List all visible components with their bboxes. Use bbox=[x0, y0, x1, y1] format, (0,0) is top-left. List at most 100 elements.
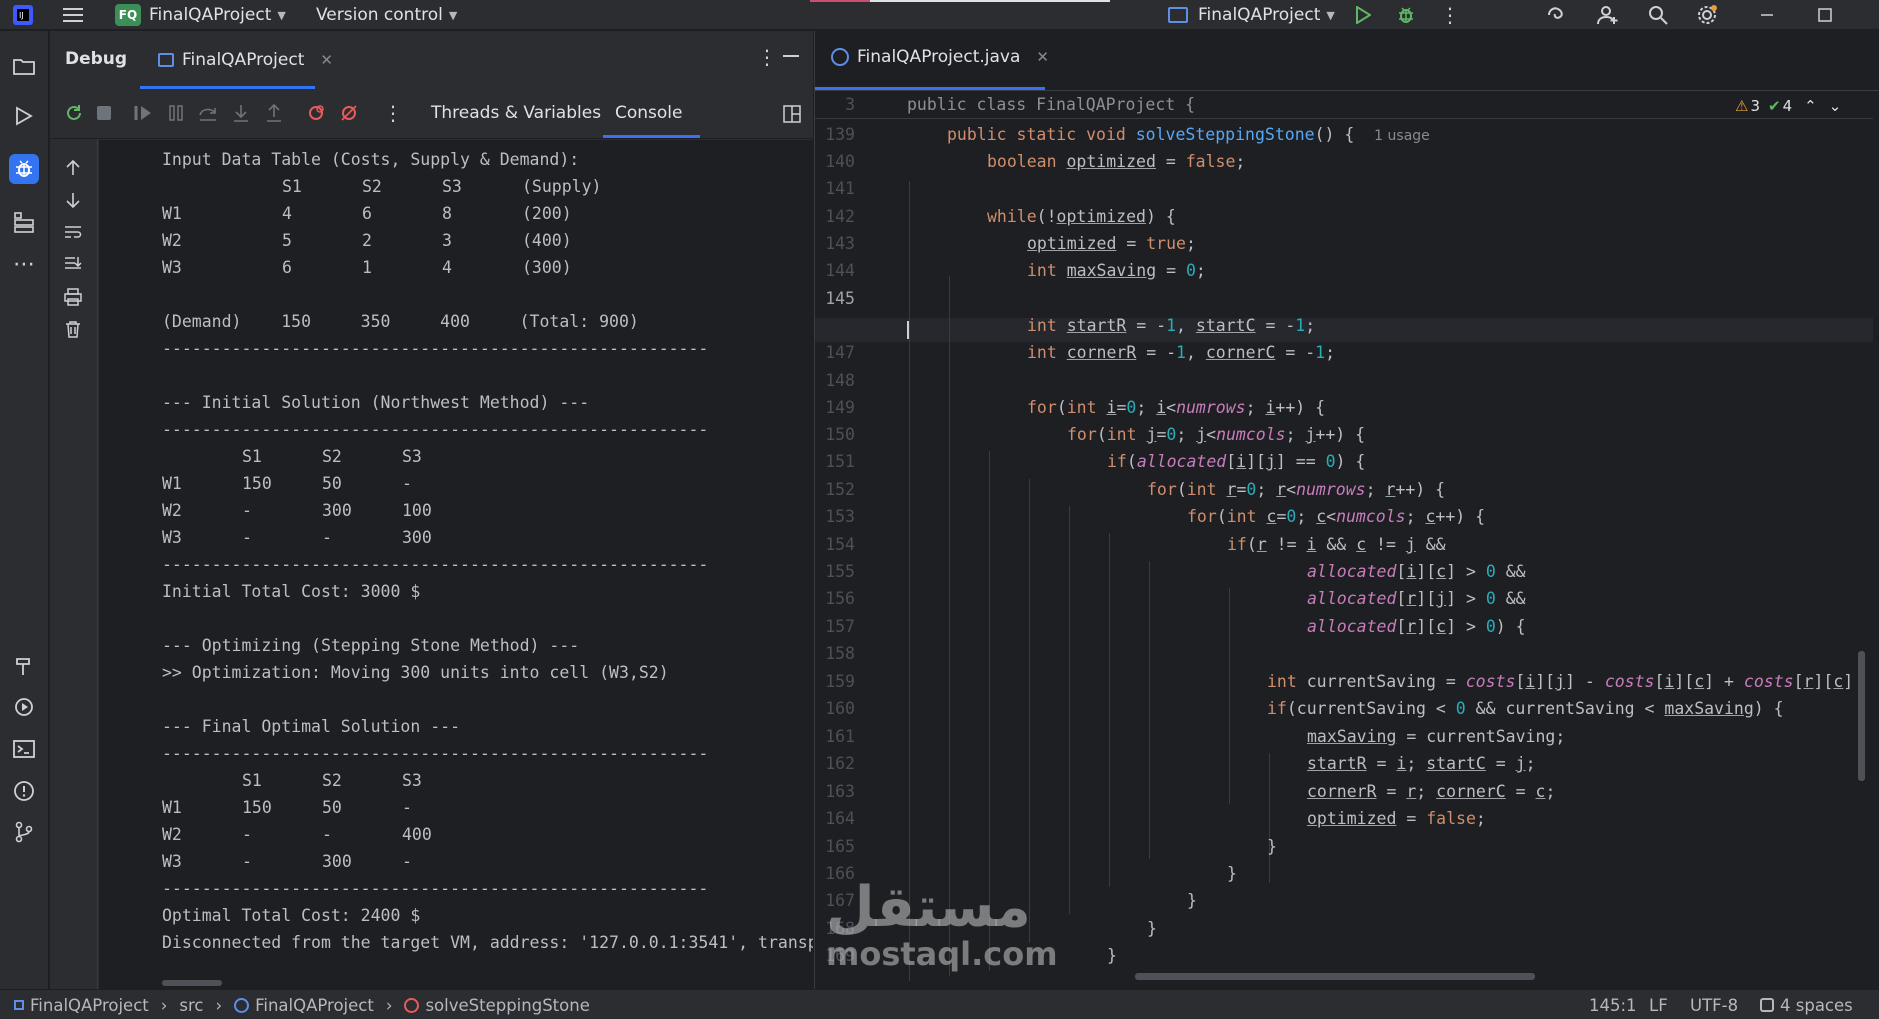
version-control-menu[interactable]: Version control ▼ bbox=[316, 0, 457, 30]
view-breakpoints-icon[interactable] bbox=[306, 103, 326, 123]
clear-trash-icon[interactable] bbox=[64, 320, 82, 342]
usage-hint[interactable]: 1 usage bbox=[1374, 128, 1430, 144]
line-number[interactable]: 159 bbox=[815, 672, 855, 692]
caret-position[interactable]: 145:1 bbox=[1589, 990, 1637, 1019]
line-number[interactable]: 167 bbox=[815, 891, 855, 911]
line-number[interactable]: 148 bbox=[815, 371, 855, 391]
arrow-up-icon[interactable] bbox=[64, 159, 82, 181]
code-line[interactable]: allocated[i][c] > 0 && bbox=[1307, 562, 1526, 582]
tab-console[interactable]: Console bbox=[615, 103, 683, 123]
build-hammer-icon[interactable] bbox=[9, 651, 39, 681]
line-number[interactable]: 164 bbox=[815, 809, 855, 829]
code-line[interactable]: if(currentSaving < 0 && currentSaving < … bbox=[1267, 699, 1784, 719]
code-line[interactable]: boolean optimized = false; bbox=[987, 152, 1245, 172]
ai-assistant-icon[interactable] bbox=[1542, 0, 1572, 30]
chevron-down-icon[interactable]: ⌄ bbox=[1829, 97, 1842, 115]
line-number[interactable]: 162 bbox=[815, 754, 855, 774]
code-line[interactable]: } bbox=[1147, 919, 1157, 939]
code-line[interactable]: int maxSaving = 0; bbox=[1027, 261, 1206, 281]
more-actions-icon[interactable]: ⋮ bbox=[1435, 0, 1465, 30]
close-icon[interactable]: ✕ bbox=[320, 51, 333, 69]
main-menu-icon[interactable] bbox=[58, 0, 88, 30]
line-number[interactable]: 143 bbox=[815, 234, 855, 254]
line-number[interactable]: 153 bbox=[815, 507, 855, 527]
code-line[interactable]: optimized = false; bbox=[1307, 809, 1486, 829]
code-line[interactable]: allocated[r][j] > 0 && bbox=[1307, 589, 1526, 609]
code-line[interactable]: cornerR = r; cornerC = c; bbox=[1307, 782, 1555, 802]
line-number[interactable]: 140 bbox=[815, 152, 855, 172]
breadcrumb-project[interactable]: FinalQAProject bbox=[30, 996, 149, 1015]
run-icon[interactable] bbox=[1348, 0, 1378, 30]
mute-breakpoints-icon[interactable] bbox=[339, 103, 359, 123]
line-number[interactable]: 152 bbox=[815, 480, 855, 500]
step-into-icon[interactable] bbox=[231, 103, 251, 123]
tab-threads-variables[interactable]: Threads & Variables bbox=[431, 103, 601, 123]
line-number[interactable]: 157 bbox=[815, 617, 855, 637]
code-line[interactable]: optimized = true; bbox=[1027, 234, 1196, 254]
stop-icon[interactable] bbox=[97, 106, 111, 120]
search-icon[interactable] bbox=[1643, 0, 1673, 30]
layout-settings-icon[interactable] bbox=[783, 105, 801, 123]
options-menu-icon[interactable]: ⋮ bbox=[757, 45, 777, 69]
sticky-scroll-line[interactable]: 3 public class FinalQAProject { bbox=[815, 91, 1873, 119]
services-icon[interactable] bbox=[9, 692, 39, 722]
hide-panel-icon[interactable] bbox=[783, 55, 799, 57]
code-line[interactable]: } bbox=[1267, 837, 1277, 857]
code-line[interactable]: startR = i; startC = j; bbox=[1307, 754, 1536, 774]
file-encoding[interactable]: UTF-8 bbox=[1690, 990, 1738, 1019]
line-number[interactable]: 168 bbox=[815, 919, 855, 939]
inspection-widget[interactable]: ⚠ 3 ✔ 4 ⌃ ⌄ bbox=[1735, 97, 1841, 115]
breadcrumb-method[interactable]: solveSteppingStone bbox=[425, 996, 589, 1015]
print-icon[interactable] bbox=[64, 288, 82, 310]
pause-icon[interactable] bbox=[166, 103, 186, 123]
line-number[interactable]: 156 bbox=[815, 589, 855, 609]
code-line[interactable]: for(int r=0; r<numrows; r++) { bbox=[1147, 480, 1445, 500]
line-number[interactable]: 139 bbox=[815, 125, 855, 145]
terminal-icon[interactable] bbox=[9, 734, 39, 764]
editor-horizontal-scrollbar[interactable] bbox=[1135, 973, 1535, 980]
structure-icon[interactable] bbox=[9, 207, 39, 237]
line-number[interactable]: 166 bbox=[815, 864, 855, 884]
add-user-icon[interactable] bbox=[1593, 0, 1623, 30]
code-line[interactable]: for(int c=0; c<numcols; c++) { bbox=[1187, 507, 1485, 527]
console-output[interactable]: Input Data Table (Costs, Supply & Demand… bbox=[99, 140, 813, 989]
breadcrumb-src[interactable]: src bbox=[179, 996, 203, 1015]
line-number[interactable]: 145 bbox=[815, 289, 855, 309]
problems-icon[interactable] bbox=[9, 776, 39, 806]
line-number[interactable]: 169 bbox=[815, 946, 855, 966]
debug-icon[interactable] bbox=[1391, 0, 1421, 30]
arrow-down-icon[interactable] bbox=[64, 191, 82, 213]
line-number[interactable]: 141 bbox=[815, 179, 855, 199]
code-line[interactable]: for(int i=0; i<numrows; i++) { bbox=[1027, 398, 1325, 418]
chevron-up-icon[interactable]: ⌃ bbox=[1804, 97, 1817, 115]
breadcrumb-class[interactable]: FinalQAProject bbox=[255, 996, 374, 1015]
line-number[interactable]: 161 bbox=[815, 727, 855, 747]
code-line[interactable]: int cornerR = -1, cornerC = -1; bbox=[1027, 343, 1335, 363]
code-line[interactable]: if(allocated[i][j] == 0) { bbox=[1107, 452, 1365, 472]
line-number[interactable]: 165 bbox=[815, 837, 855, 857]
code-line[interactable]: public static void solveSteppingStone() … bbox=[947, 125, 1430, 146]
editor-vertical-scrollbar[interactable] bbox=[1858, 651, 1865, 781]
code-line[interactable]: int startR = -1, startC = -1; bbox=[1027, 316, 1315, 336]
code-line[interactable]: allocated[r][c] > 0) { bbox=[1307, 617, 1526, 637]
project-folder-icon[interactable] bbox=[9, 51, 39, 81]
line-separator[interactable]: LF bbox=[1649, 990, 1668, 1019]
settings-gear-icon[interactable] bbox=[1692, 0, 1722, 30]
step-out-icon[interactable] bbox=[264, 103, 284, 123]
debug-session-tab[interactable]: FinalQAProject ✕ bbox=[158, 31, 333, 89]
rerun-icon[interactable] bbox=[64, 103, 84, 123]
line-number[interactable]: 150 bbox=[815, 425, 855, 445]
line-number[interactable]: 149 bbox=[815, 398, 855, 418]
maximize-icon[interactable] bbox=[1810, 0, 1840, 30]
editor-tab-finalqaproject[interactable]: FinalQAProject.java ✕ bbox=[831, 47, 1049, 67]
line-number[interactable]: 147 bbox=[815, 343, 855, 363]
console-horizontal-scrollbar[interactable] bbox=[162, 980, 222, 986]
run-tool-icon[interactable] bbox=[9, 101, 39, 131]
line-number[interactable]: 144 bbox=[815, 261, 855, 281]
soft-wrap-icon[interactable] bbox=[64, 223, 82, 245]
debug-tool-icon[interactable] bbox=[9, 154, 39, 184]
line-number[interactable]: 163 bbox=[815, 782, 855, 802]
close-icon[interactable]: ✕ bbox=[1036, 48, 1049, 66]
more-icon[interactable]: ⋮ bbox=[383, 101, 403, 125]
step-over-icon[interactable] bbox=[198, 103, 218, 123]
